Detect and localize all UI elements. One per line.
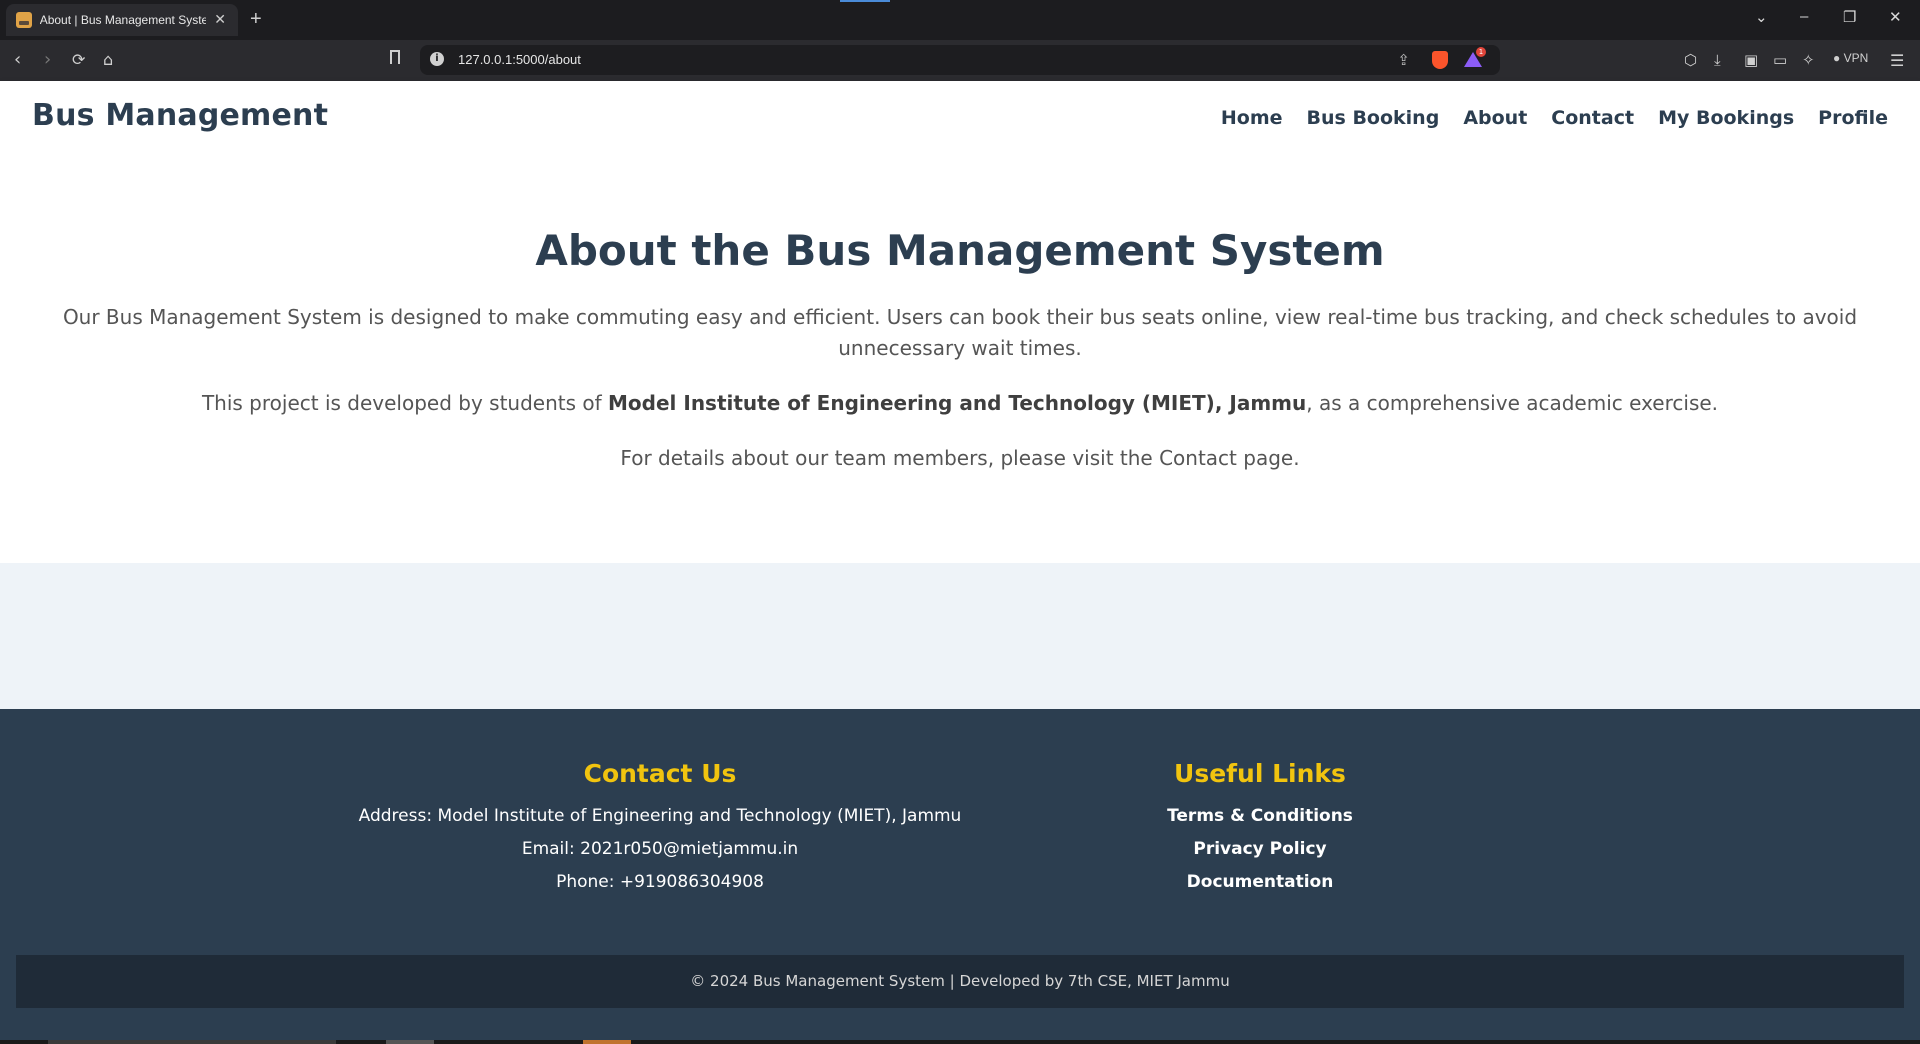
menu-hamburger-icon[interactable]: ☰ (1890, 51, 1904, 70)
back-arrow-icon[interactable]: ‹ (14, 49, 21, 71)
share-icon[interactable]: ⇪ (1397, 51, 1410, 69)
footer-address: Address: Model Institute of Engineering … (358, 806, 962, 826)
developers-text-after: , as a comprehensive academic exercise. (1306, 391, 1719, 415)
minimize-button[interactable]: – (1800, 8, 1808, 25)
footer-useful-links: Useful Links Terms & Conditions Privacy … (1080, 759, 1440, 899)
footer-phone: Phone: +919086304908 (556, 872, 764, 892)
vpn-label: VPN (1843, 51, 1869, 65)
nav-about[interactable]: About (1463, 107, 1527, 129)
footer-contact: Contact Us Address: Model Institute of E… (340, 759, 980, 899)
footer-contact-heading: Contact Us (583, 759, 737, 788)
brave-shields-icon[interactable] (1432, 51, 1448, 69)
footer-link-documentation[interactable]: Documentation (1080, 866, 1440, 899)
footer-links-heading: Useful Links (1174, 759, 1346, 788)
browser-toolbar: ‹ › ⟳ ⌂ i 127.0.0.1:5000/about ⇪ 1 ⬡ ⤓ ▣… (0, 40, 1920, 81)
site-header: Bus Management Home Bus Booking About Co… (0, 81, 1920, 156)
about-paragraph-contact: For details about our team members, plea… (620, 446, 1300, 470)
bottom-strip (0, 1040, 1920, 1044)
bus-favicon-icon (16, 12, 32, 28)
nav-my-bookings[interactable]: My Bookings (1658, 107, 1794, 129)
page-title: About the Bus Management System (535, 226, 1385, 275)
nav-bus-booking[interactable]: Bus Booking (1307, 107, 1440, 129)
home-icon[interactable]: ⌂ (103, 49, 113, 71)
tab-list-dropdown-icon[interactable]: ⌄ (1755, 8, 1768, 26)
address-bar[interactable]: i 127.0.0.1:5000/about ⇪ 1 (420, 45, 1500, 75)
rewards-badge: 1 (1476, 47, 1486, 57)
leo-ai-icon[interactable]: ✧ (1802, 51, 1815, 69)
bookmark-icon[interactable] (390, 50, 400, 64)
forward-arrow-icon[interactable]: › (44, 49, 51, 71)
footer-link-privacy[interactable]: Privacy Policy (1080, 833, 1440, 866)
tab-close-icon[interactable]: ✕ (212, 12, 228, 28)
nav-home[interactable]: Home (1221, 107, 1283, 129)
new-tab-button[interactable]: + (250, 8, 262, 30)
developers-text-before: This project is developed by students of (201, 391, 609, 415)
footer-email: Email: 2021r050@mietjammu.in (521, 839, 799, 859)
close-window-button[interactable]: ✕ (1889, 8, 1902, 26)
browser-tab-active[interactable]: About | Bus Management System ✕ (6, 4, 238, 36)
sidebar-icon[interactable]: ▣ (1744, 51, 1758, 69)
institute-name: Model Institute of Engineering and Techn… (608, 391, 1307, 415)
reload-icon[interactable]: ⟳ (72, 49, 85, 71)
tab-scroll-indicator (840, 0, 890, 2)
main-nav: Home Bus Booking About Contact My Bookin… (1221, 107, 1888, 129)
restore-button[interactable]: ❐ (1843, 8, 1856, 26)
download-icon[interactable]: ⤓ (1714, 51, 1721, 69)
browser-tabbar: About | Bus Management System ✕ + ⌄ – ❐ … (0, 0, 1920, 40)
copyright-bar: © 2024 Bus Management System | Developed… (16, 955, 1904, 1008)
about-section: About the Bus Management System Our Bus … (0, 156, 1920, 563)
extensions-icon[interactable]: ⬡ (1684, 51, 1697, 69)
spacer-band (0, 563, 1920, 709)
nav-contact[interactable]: Contact (1551, 107, 1634, 129)
url-text[interactable]: 127.0.0.1:5000/about (458, 52, 581, 67)
site-brand[interactable]: Bus Management (32, 98, 328, 133)
site-footer: Contact Us Address: Model Institute of E… (0, 709, 1920, 1044)
vpn-button[interactable]: ● VPN (1833, 51, 1868, 65)
about-paragraph-intro: Our Bus Management System is designed to… (62, 305, 1858, 360)
nav-profile[interactable]: Profile (1818, 107, 1888, 129)
site-info-icon[interactable]: i (430, 52, 444, 66)
tab-title: About | Bus Management System (39, 13, 207, 27)
wallet-icon[interactable]: ▭ (1773, 51, 1787, 69)
footer-link-terms[interactable]: Terms & Conditions (1080, 800, 1440, 833)
about-paragraph-developers: This project is developed by students of… (36, 388, 1884, 419)
